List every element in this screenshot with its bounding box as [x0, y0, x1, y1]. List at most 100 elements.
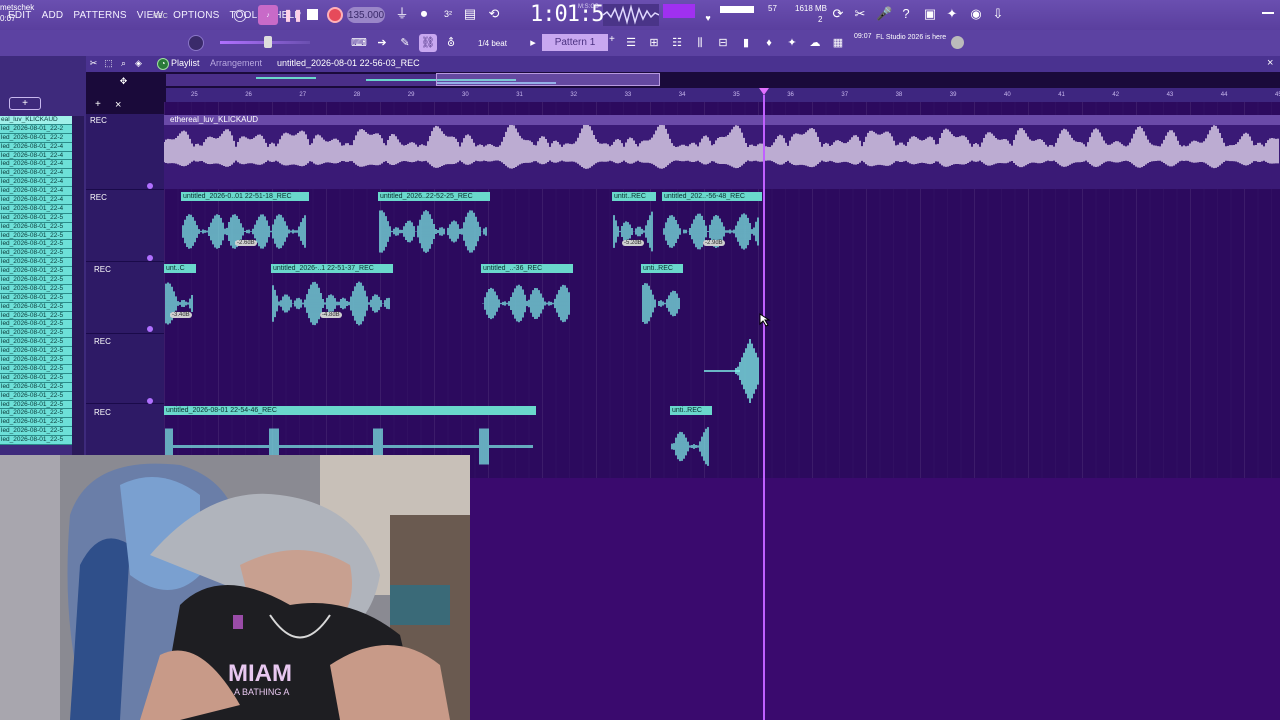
picker-item[interactable]: led_2026-08-01_22-4 [0, 169, 72, 179]
picker-item[interactable]: led_2026-08-01_22-5 [0, 418, 72, 428]
clip-waveform[interactable] [704, 336, 764, 406]
pattern-add-button[interactable]: + [609, 34, 617, 51]
tempo-tapper-icon[interactable]: ✦ [783, 34, 801, 52]
cut-icon[interactable]: ✂ [852, 6, 868, 22]
chat-icon[interactable]: ◉ [968, 6, 984, 22]
record-button[interactable] [327, 7, 343, 23]
audio-clip-main[interactable] [163, 123, 1280, 189]
picker-item[interactable]: led_2026-08-01_22-5 [0, 436, 72, 445]
track-header-1[interactable]: REC [86, 114, 164, 190]
audio-clip[interactable]: unt..C -3.4dB [164, 264, 196, 334]
pause-icon[interactable]: ❚❚ [283, 8, 303, 22]
stop-button[interactable] [307, 9, 318, 20]
playlist-icon[interactable]: ☰ [622, 34, 640, 52]
picker-item[interactable]: led_2026-08-01_22-4 [0, 178, 72, 188]
track-dot[interactable] [147, 183, 153, 189]
track-header-4[interactable]: REC [86, 334, 164, 404]
clip-header[interactable]: unti..REC [670, 406, 712, 415]
pattern-selector[interactable]: Pattern 1 [542, 34, 608, 51]
picker-item[interactable]: led_2026-08-01_22-5 [0, 302, 72, 312]
picker-item[interactable]: led_2026-08-01_22-5 [0, 382, 72, 392]
browser-icon[interactable]: ⊟ [714, 34, 732, 52]
picker-item[interactable]: led_2026-08-01_22-5 [0, 222, 72, 232]
picker-item[interactable]: eal_luv_KLICKAUD [0, 116, 72, 125]
clip-header[interactable]: unt..C [164, 264, 196, 273]
fl-cloud-icon[interactable]: ☁ [806, 34, 824, 52]
picker-item[interactable]: led_2026-08-01_22-5 [0, 409, 72, 419]
arrow-right-icon[interactable]: ➔ [373, 34, 391, 52]
metronome-icon[interactable]: ⏚ [394, 6, 410, 22]
clip-header[interactable]: untitled_2026..22-52-25_REC [378, 192, 490, 201]
playlist-empty-area[interactable] [470, 478, 1280, 720]
master-volume-knob[interactable] [188, 35, 204, 51]
microphone-icon[interactable]: 🎤 [876, 6, 892, 22]
audio-clip[interactable]: untitled_..-36_REC [481, 264, 573, 334]
mixer-icon[interactable]: ⫼ [691, 34, 709, 52]
picker-item[interactable]: led_2026-08-01_22-5 [0, 213, 72, 223]
picker-item[interactable]: led_2026-08-01_22-5 [0, 311, 72, 321]
close-picker-icon[interactable]: × [115, 99, 121, 111]
stamp-icon[interactable]: ⛢ [442, 34, 460, 52]
menu-add[interactable]: ADD [42, 10, 64, 21]
plus-icon[interactable]: + [95, 99, 101, 110]
audio-clip[interactable]: untitled_202..-56-48_REC -2.9dB [662, 192, 762, 262]
picker-item[interactable]: led_2026-08-01_22-4 [0, 160, 72, 170]
picker-item[interactable]: led_2026-08-01_22-5 [0, 267, 72, 277]
minimize-button[interactable] [1262, 12, 1274, 14]
picker-item[interactable]: led_2026-08-01_22-5 [0, 284, 72, 294]
clip-header[interactable]: untitled_2026-..1 22-51-37_REC [271, 264, 393, 273]
picker-item[interactable]: led_2026-08-01_22-5 [0, 356, 72, 365]
typing-keyboard-icon[interactable]: ⌨ [350, 34, 368, 52]
refresh-icon[interactable]: ⟳ [830, 6, 846, 22]
save-icon[interactable]: ▣ [922, 6, 938, 22]
picker-item[interactable]: led_2026-08-01_22-5 [0, 258, 72, 268]
clip-header[interactable]: untitled_202..-56-48_REC [662, 192, 762, 201]
audio-clip[interactable]: unti..REC [670, 406, 712, 478]
audio-clip[interactable]: unti..REC [641, 264, 683, 334]
picker-item[interactable]: led_2026-08-01_22-5 [0, 249, 72, 259]
picker-item[interactable]: led_2026-08-01_22-4 [0, 196, 72, 205]
audio-clip[interactable]: untitled_2026..22-52-25_REC [378, 192, 490, 262]
clip-header[interactable]: untitled_2026-0..01 22-51-18_REC [181, 192, 309, 201]
countdown-icon[interactable]: 3² [440, 6, 456, 22]
plugin-icon[interactable]: ✦ [944, 6, 960, 22]
picker-item[interactable]: led_2026-08-01_22-4 [0, 151, 72, 161]
playlist-mode[interactable]: Arrangement [210, 58, 262, 68]
audio-clip[interactable]: untit..REC -5.2dB [612, 192, 656, 262]
picker-item[interactable]: led_2026-08-01_22-5 [0, 391, 72, 401]
clip-header[interactable]: untitled_..-36_REC [481, 264, 573, 273]
draw-icon[interactable]: ✎ [396, 34, 414, 52]
picker-item[interactable]: led_2026-08-01_22-4 [0, 142, 72, 152]
picker-item[interactable]: led_2026-08-01_22-4 [0, 204, 72, 214]
menu-patterns[interactable]: PATTERNS [73, 10, 126, 21]
close-icon[interactable]: × [1267, 57, 1273, 69]
picker-item[interactable]: led_2026-08-01_22-5 [0, 320, 72, 330]
plugin-picker-icon[interactable]: ♦ [760, 34, 778, 52]
move-icon[interactable]: ✥ [118, 76, 129, 87]
picker-item[interactable]: led_2026-08-01_22-5 [0, 373, 72, 383]
track-dot[interactable] [147, 255, 153, 261]
help-icon[interactable]: ? [898, 6, 914, 22]
playback-icon[interactable]: ◈ [133, 58, 144, 69]
loop-record-icon[interactable]: ⟲ [486, 6, 502, 22]
slider-thumb[interactable] [264, 36, 272, 48]
playhead-line[interactable] [763, 95, 765, 720]
clip-header[interactable]: untit..REC [612, 192, 656, 201]
picker-item[interactable]: led_2026-08-01_22-5 [0, 347, 72, 357]
channel-rack-icon[interactable]: ☷ [668, 34, 686, 52]
tempo-display[interactable]: 135.000 [347, 7, 385, 23]
track-dot[interactable] [147, 326, 153, 332]
project-icon[interactable]: ▮ [737, 34, 755, 52]
picker-item[interactable]: led_2026-08-01_22-4 [0, 187, 72, 197]
hint-toggle-icon[interactable]: ◯ [230, 5, 250, 25]
picker-item[interactable]: led_2026-08-01_22-5 [0, 276, 72, 285]
select-icon[interactable]: ⬚ [103, 58, 114, 69]
picker-item[interactable]: led_2026-08-01_22-2 [0, 124, 72, 134]
picker-item[interactable]: led_2026-08-01_22-5 [0, 364, 72, 374]
add-track-button[interactable]: + [9, 97, 41, 110]
play-arrow-icon[interactable]: ▸ [524, 34, 542, 52]
news-icon[interactable] [951, 36, 964, 49]
link-icon[interactable]: ⛓ [419, 34, 437, 52]
overview-window[interactable] [436, 73, 660, 86]
picker-item[interactable]: led_2026-08-01_22-5 [0, 329, 72, 339]
